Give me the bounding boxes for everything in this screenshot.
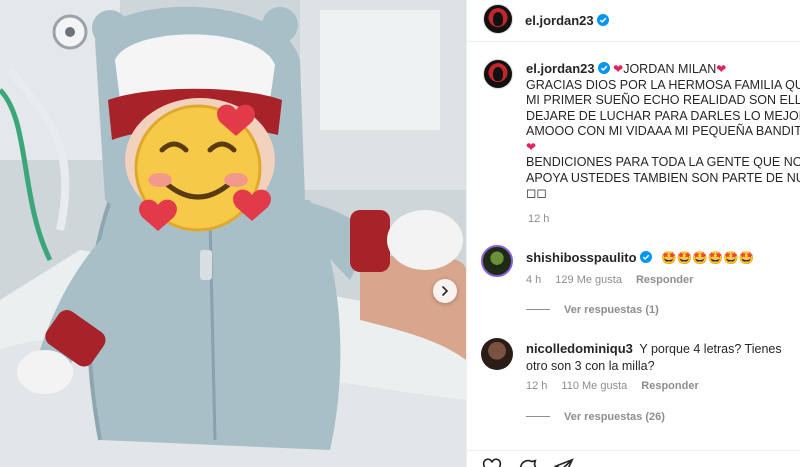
caption-line: ◻◻ bbox=[526, 186, 547, 200]
commenter-avatar[interactable] bbox=[481, 338, 513, 370]
heart-emoji-icon: ❤ bbox=[526, 139, 537, 154]
caption-first-line: el.jordan23 ❤JORDAN MILAN❤ bbox=[526, 61, 800, 78]
view-replies-label: Ver respuestas (1) bbox=[564, 304, 659, 316]
caption-line: MI PRIMER SUEÑO ECHO REALIDAD SON ELLOSD bbox=[526, 93, 800, 107]
view-replies-button[interactable]: Ver respuestas (1) bbox=[526, 304, 659, 316]
replies-divider bbox=[526, 416, 550, 417]
post-header bbox=[467, 0, 800, 42]
view-replies-button[interactable]: Ver respuestas (26) bbox=[526, 411, 665, 423]
comment-text: nicolledominiqu3 Y porque 4 letras? Tien… bbox=[526, 340, 796, 375]
commenter-avatar[interactable] bbox=[481, 245, 513, 277]
view-replies-label: Ver respuestas (26) bbox=[564, 411, 665, 423]
replies-divider bbox=[526, 309, 550, 310]
comment-time[interactable]: 12 h bbox=[526, 380, 547, 392]
heart-outline-icon[interactable] bbox=[481, 457, 503, 467]
comment-time[interactable]: 4 h bbox=[526, 274, 541, 286]
reply-button[interactable]: Responder bbox=[636, 274, 693, 286]
caption-title: JORDAN MILAN bbox=[623, 62, 717, 76]
baby-photo-illustration bbox=[0, 0, 466, 467]
verified-badge-icon bbox=[596, 14, 609, 26]
heart-emoji-icon: ❤ bbox=[613, 62, 624, 76]
caption-line: AMOOO CON MI VIDAAA MI PEQUEÑA BANDITA bbox=[526, 124, 800, 138]
comment-meta: 4 h 129 Me gusta Responder bbox=[526, 274, 707, 286]
comment-meta: 12 h 110 Me gusta Responder bbox=[526, 380, 713, 392]
caption-author-avatar[interactable] bbox=[483, 59, 513, 89]
verified-badge-icon bbox=[639, 251, 652, 263]
comment-likes[interactable]: 110 Me gusta bbox=[561, 380, 627, 392]
caption-line: BENDICIONES PARA TODA LA GENTE QUE NOS C bbox=[526, 155, 800, 169]
carousel-next-button[interactable] bbox=[433, 279, 457, 303]
post-actions-bar bbox=[467, 450, 800, 467]
commenter-username[interactable]: shishibosspaulito bbox=[526, 250, 637, 265]
post-caption: el.jordan23 ❤JORDAN MILAN❤ GRACIAS DIOS … bbox=[526, 61, 800, 202]
caption-line: GRACIAS DIOS POR LA HERMOSA FAMILIA QUE … bbox=[526, 77, 800, 92]
caption-author-username[interactable]: el.jordan23 bbox=[526, 61, 595, 76]
caption-timestamp[interactable]: 12 h bbox=[528, 213, 549, 225]
chevron-right-icon bbox=[442, 286, 449, 296]
comment-body: 🤩🤩🤩🤩🤩🤩 bbox=[661, 251, 755, 265]
share-icon[interactable] bbox=[553, 457, 575, 467]
post-photo[interactable] bbox=[0, 0, 466, 467]
reply-button[interactable]: Responder bbox=[641, 380, 698, 392]
commenter-username[interactable]: nicolledominiqu3 bbox=[526, 341, 633, 356]
comment-likes[interactable]: 129 Me gusta bbox=[555, 274, 622, 286]
heart-emoji-icon: ❤ bbox=[716, 62, 727, 76]
comment-icon[interactable] bbox=[517, 457, 539, 467]
caption-line: DEJARE DE LUCHAR PARA DARLES LO MEJOR QU bbox=[526, 108, 800, 123]
comment-text: shishibosspaulito 🤩🤩🤩🤩🤩🤩 bbox=[526, 249, 754, 267]
author-avatar[interactable] bbox=[483, 4, 513, 34]
author-username[interactable]: el.jordan23 bbox=[525, 13, 594, 28]
caption-line: APOYA USTEDES TAMBIEN SON PARTE DE NUEST bbox=[526, 170, 800, 185]
post-author-header[interactable]: el.jordan23 bbox=[525, 12, 609, 30]
verified-badge-icon bbox=[597, 62, 610, 74]
